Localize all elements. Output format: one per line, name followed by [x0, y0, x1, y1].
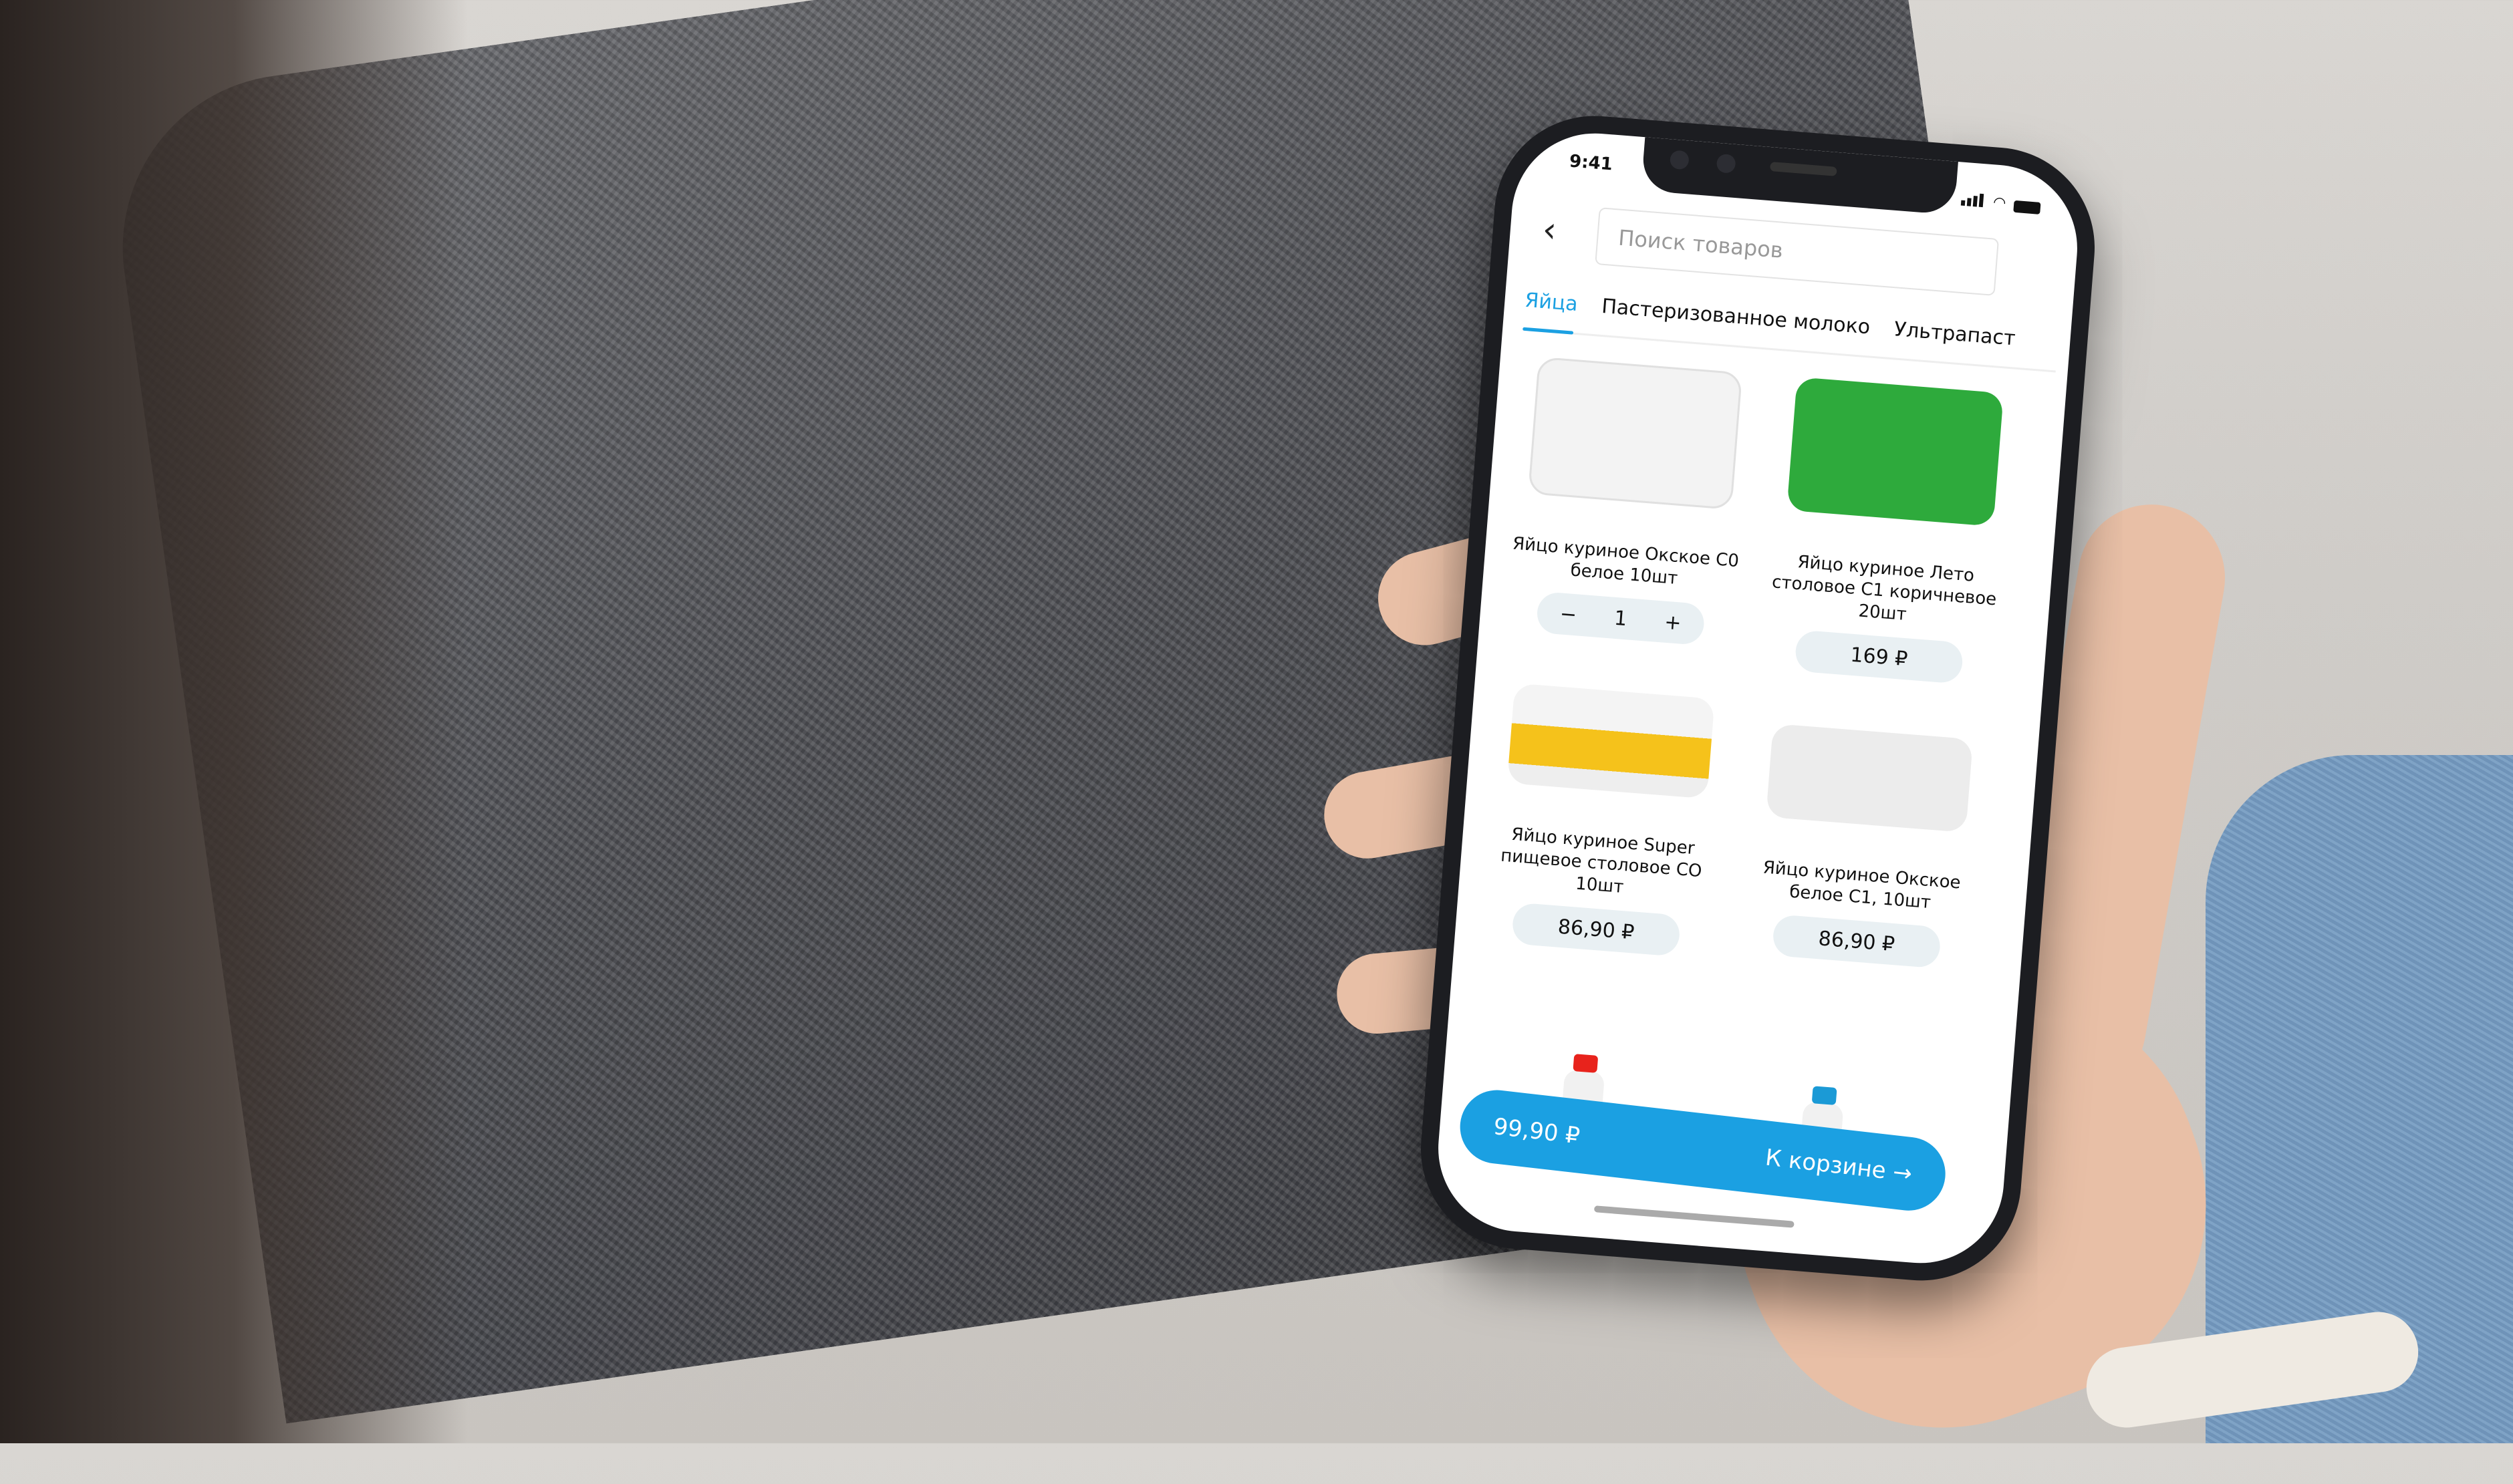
quantity-stepper: − 1 +	[1535, 591, 1706, 646]
price-button[interactable]: 86,90 ₽	[1771, 914, 1942, 969]
product-name: Яйцо куриное Окское С0 белое 10шт	[1512, 533, 1740, 589]
price-button[interactable]: 169 ₽	[1794, 629, 1964, 684]
quantity-value: 1	[1613, 606, 1628, 631]
search-input[interactable]: Поиск товаров	[1595, 207, 2000, 296]
product-card[interactable]: Яйцо куриное Окское С0 белое 10шт − 1 +	[1492, 355, 1767, 649]
product-image	[1766, 723, 1974, 833]
app-screen: 9:41 ◠ ‹ Поиск товаров Яйца Пастеризован…	[1432, 127, 2084, 1270]
product-image	[1506, 683, 1715, 799]
wifi-icon: ◠	[1992, 194, 2007, 212]
product-image	[1787, 377, 2004, 527]
category-tabs: Яйца Пастеризованное молоко Ультрапаст	[1524, 289, 2083, 357]
go-to-cart-button[interactable]: 99,90 ₽ К корзине →	[1456, 1086, 1950, 1215]
product-name: Яйцо куриное Окское белое С1, 10шт	[1762, 857, 1962, 913]
tab-eggs[interactable]: Яйца	[1524, 289, 1579, 316]
tab-uht[interactable]: Ультрапаст	[1893, 317, 2016, 350]
product-card[interactable]: Яйцо куриное Лето столовое С1 коричневое…	[1751, 375, 2027, 687]
active-tab-indicator	[1523, 327, 1574, 335]
notch	[1641, 137, 1958, 215]
status-icons: ◠	[1960, 192, 2041, 214]
product-card[interactable]: Яйцо куриное Super пищевое столовое СО 1…	[1468, 681, 1741, 960]
arrow-right-icon: →	[1891, 1159, 1913, 1188]
minus-button[interactable]: −	[1559, 602, 1578, 627]
home-indicator	[1593, 1205, 1795, 1228]
camera	[1669, 150, 1690, 170]
battery-icon	[2013, 200, 2041, 214]
sensor	[1716, 153, 1736, 174]
product-image	[1527, 356, 1743, 510]
price-button[interactable]: 86,90 ₽	[1511, 902, 1682, 957]
back-icon[interactable]: ‹	[1541, 210, 1558, 251]
blurred-foreground	[0, 0, 468, 1443]
phone: 9:41 ◠ ‹ Поиск товаров Яйца Пастеризован…	[1413, 108, 2103, 1288]
product-card[interactable]: Яйцо куриное Окское белое С1, 10шт 86,90…	[1728, 722, 2000, 972]
cart-label: К корзине	[1764, 1144, 1887, 1185]
product-name: Яйцо куриное Super пищевое столовое СО 1…	[1500, 824, 1703, 898]
status-time: 9:41	[1569, 151, 1613, 175]
product-name: Яйцо куриное Лето столовое С1 коричневое…	[1771, 552, 1998, 625]
tab-pasteurized-milk[interactable]: Пастеризованное молоко	[1601, 295, 1871, 339]
cart-total: 99,90 ₽	[1492, 1113, 1581, 1150]
signal-icon	[1960, 192, 1986, 210]
plus-button[interactable]: +	[1664, 610, 1682, 635]
speaker	[1769, 162, 1837, 176]
